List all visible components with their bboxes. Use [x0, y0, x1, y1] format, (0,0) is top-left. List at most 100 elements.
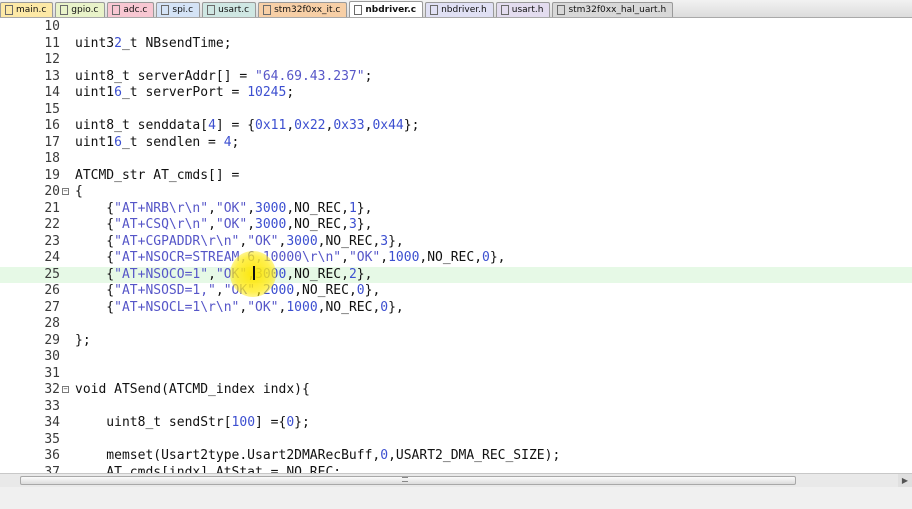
code-line[interactable]: 33 — [0, 399, 912, 415]
tab-usart-h[interactable]: usart.h — [495, 2, 551, 17]
file-icon — [557, 5, 566, 15]
code-line[interactable]: 24 {"AT+NSOCR=STREAM,6,10000\r\n","OK",1… — [0, 250, 912, 266]
file-icon — [112, 5, 121, 15]
code-line[interactable]: 30 — [0, 349, 912, 365]
line-number: 19 — [44, 167, 60, 183]
horizontal-scrollbar[interactable]: ▶ — [0, 473, 912, 487]
code-text: {"AT+NSOCO=1","OK",3000,NO_REC,2}, — [75, 266, 373, 282]
code-line[interactable]: 27 {"AT+NSOCL=1\r\n","OK",1000,NO_REC,0}… — [0, 300, 912, 316]
tab-spi-c[interactable]: spi.c — [156, 2, 201, 17]
tab-gpio-c[interactable]: gpio.c — [55, 2, 106, 17]
tab-nbdriver-h[interactable]: nbdriver.h — [425, 2, 494, 17]
line-number: 12 — [44, 52, 60, 67]
tab-stm32f0xx-it-c[interactable]: stm32f0xx_it.c — [258, 2, 348, 17]
line-number: 36 — [44, 448, 60, 463]
code-line[interactable]: 15 — [0, 102, 912, 118]
code-line[interactable]: 21 {"AT+NRB\r\n","OK",3000,NO_REC,1}, — [0, 201, 912, 217]
code-text: {"AT+NSOSD=1,","OK",2000,NO_REC,0}, — [75, 283, 381, 298]
code-text: uint16_t serverPort = 10245; — [75, 85, 295, 100]
tab-nbdriver-c[interactable]: nbdriver.c — [349, 1, 424, 17]
line-number: 28 — [44, 316, 60, 331]
tab-label: nbdriver.h — [441, 5, 487, 15]
code-line[interactable]: 11 uint32_t NBsendTime; — [0, 36, 912, 52]
code-text: {"AT+CGPADDR\r\n","OK",3000,NO_REC,3}, — [75, 233, 404, 249]
line-number: 37 — [44, 464, 60, 474]
code-line[interactable]: 29}; — [0, 333, 912, 349]
scroll-right-arrow-icon[interactable]: ▶ — [898, 474, 912, 487]
code-line[interactable]: 22 {"AT+CSQ\r\n","OK",3000,NO_REC,3}, — [0, 217, 912, 233]
line-number: 30 — [44, 349, 60, 364]
code-line[interactable]: 37 AT_cmds[indx].AtStat = NO_REC; — [0, 465, 912, 474]
file-icon — [207, 5, 216, 15]
code-line[interactable]: 17 uint16_t sendlen = 4; — [0, 135, 912, 151]
file-icon — [161, 5, 170, 15]
tab-label: usart.h — [511, 5, 544, 15]
tab-label: adc.c — [123, 5, 148, 15]
tab-stm32f0xx-hal-uart-h[interactable]: stm32f0xx_hal_uart.h — [552, 2, 674, 17]
code-editor[interactable]: 10 11 uint32_t NBsendTime; 12 13 uint8_t serv… — [0, 18, 912, 473]
code-line[interactable]: 28 — [0, 316, 912, 332]
tab-label: nbdriver.c — [365, 4, 417, 15]
code-text: {"AT+CSQ\r\n","OK",3000,NO_REC,3}, — [75, 217, 373, 232]
code-text: }; — [75, 332, 91, 348]
line-number: 17 — [44, 134, 60, 150]
line-number: 15 — [44, 101, 60, 117]
code-line[interactable]: 25 {"AT+NSOCO=1","OK",3000,NO_REC,2}, — [0, 266, 912, 283]
code-line[interactable]: 18 — [0, 151, 912, 167]
code-line[interactable]: 36 memset(Usart2type.Usart2DMARecBuff,0,… — [0, 448, 912, 464]
file-icon — [60, 5, 69, 15]
line-number: 33 — [44, 398, 60, 414]
fold-minus-icon[interactable]: − — [62, 188, 69, 195]
tab-label: stm32f0xx_hal_uart.h — [568, 5, 667, 15]
line-number: 14 — [44, 85, 60, 100]
code-line[interactable]: 32− void ATSend(ATCMD_index indx){ — [0, 382, 912, 398]
tab-usart-c[interactable]: usart.c — [202, 2, 257, 17]
code-text: { — [75, 184, 83, 199]
code-line[interactable]: 13 uint8_t serverAddr[] = "64.69.43.237"; — [0, 69, 912, 85]
code-line[interactable]: 23 {"AT+CGPADDR\r\n","OK",3000,NO_REC,3}… — [0, 234, 912, 250]
code-text: uint8_t serverAddr[] = "64.69.43.237"; — [75, 68, 373, 84]
line-number: 16 — [44, 118, 60, 133]
code-text: {"AT+NSOCL=1\r\n","OK",1000,NO_REC,0}, — [75, 299, 404, 315]
code-line[interactable]: 19 ATCMD_str AT_cmds[] = — [0, 168, 912, 184]
line-number: 22 — [44, 217, 60, 232]
line-number: 24 — [44, 250, 60, 265]
code-text: AT_cmds[indx].AtStat = NO_REC; — [75, 464, 342, 474]
file-icon — [500, 5, 509, 15]
file-icon — [430, 5, 439, 15]
code-line[interactable]: 35 — [0, 432, 912, 448]
line-number: 35 — [44, 431, 60, 447]
line-number: 10 — [44, 19, 60, 34]
code-text: void ATSend(ATCMD_index indx){ — [75, 382, 310, 397]
code-line[interactable]: 10 — [0, 19, 912, 35]
scrollbar-grip-icon — [402, 477, 408, 482]
line-number: 32 — [44, 382, 60, 397]
tab-label: usart.c — [218, 5, 250, 15]
line-number: 29 — [44, 332, 60, 348]
line-number: 27 — [44, 299, 60, 315]
tab-label: stm32f0xx_it.c — [274, 5, 341, 15]
line-number: 25 — [44, 266, 60, 282]
code-text: uint32_t NBsendTime; — [75, 35, 232, 51]
code-line[interactable]: 14 uint16_t serverPort = 10245; — [0, 85, 912, 101]
code-line[interactable]: 34 uint8_t sendStr[100] ={0}; — [0, 415, 912, 431]
fold-minus-icon[interactable]: − — [62, 386, 69, 393]
code-text: uint8_t sendStr[100] ={0}; — [75, 415, 310, 430]
scrollbar-thumb[interactable] — [20, 476, 796, 485]
code-text: {"AT+NRB\r\n","OK",3000,NO_REC,1}, — [75, 200, 373, 216]
code-text: uint16_t sendlen = 4; — [75, 134, 240, 150]
code-line[interactable]: 20−{ — [0, 184, 912, 200]
line-number: 26 — [44, 283, 60, 298]
tab-main-c[interactable]: main.c — [0, 2, 54, 17]
code-line[interactable]: 12 — [0, 52, 912, 68]
code-line[interactable]: 16 uint8_t senddata[4] = {0x11,0x22,0x33,… — [0, 118, 912, 134]
code-line[interactable]: 26 {"AT+NSOSD=1,","OK",2000,NO_REC,0}, — [0, 283, 912, 299]
code-line[interactable]: 31 — [0, 366, 912, 382]
tab-label: gpio.c — [71, 5, 99, 15]
tab-adc-c[interactable]: adc.c — [107, 2, 155, 17]
code-text: ATCMD_str AT_cmds[] = — [75, 167, 240, 183]
line-number: 18 — [44, 151, 60, 166]
line-number: 21 — [44, 200, 60, 216]
code-text: {"AT+NSOCR=STREAM,6,10000\r\n","OK",1000… — [75, 250, 506, 265]
tab-label: main.c — [16, 5, 47, 15]
